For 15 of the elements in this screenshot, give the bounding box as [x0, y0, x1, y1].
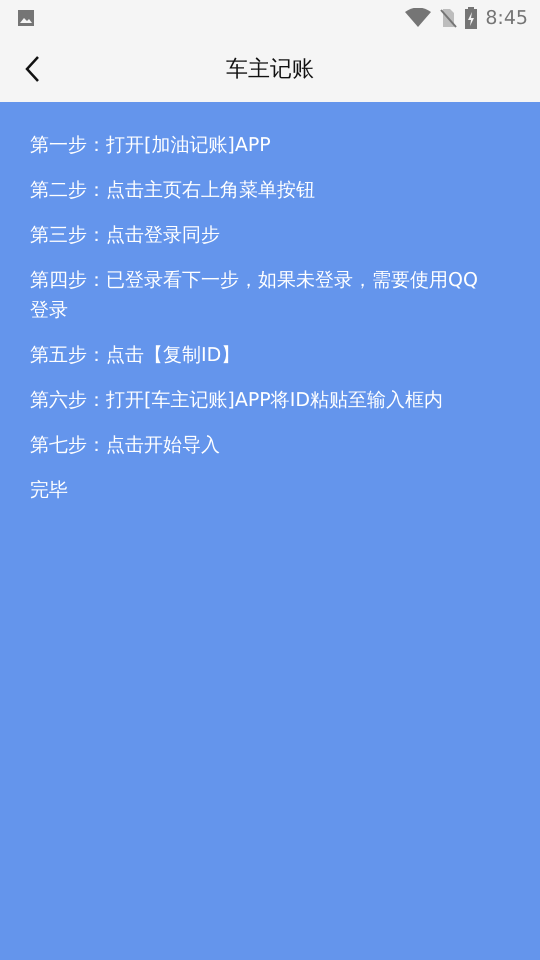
step-text: 第一步：打开[加油记账]APP [30, 133, 272, 158]
page-title: 车主记账 [226, 56, 314, 84]
step-text: 第五步：点击【复制ID】 [30, 343, 242, 368]
back-icon[interactable] [24, 55, 40, 83]
step-text: 第七步：点击开始导入 [30, 433, 221, 458]
step-text: 第四步：已登录看下一步，如果未登录，需要使用QQ登录 [30, 268, 479, 323]
no-sim-icon [439, 8, 458, 28]
image-icon [16, 8, 36, 28]
status-time: 8:45 [485, 7, 528, 29]
step-text: 第三步：点击登录同步 [30, 223, 221, 248]
step-text: 完毕 [30, 478, 69, 503]
step-text: 第六步：打开[车主记账]APP将ID粘贴至输入框内 [30, 388, 444, 413]
step-text: 第二步：点击主页右上角菜单按钮 [30, 178, 316, 203]
wifi-icon [405, 8, 432, 28]
battery-charging-icon [465, 7, 478, 29]
